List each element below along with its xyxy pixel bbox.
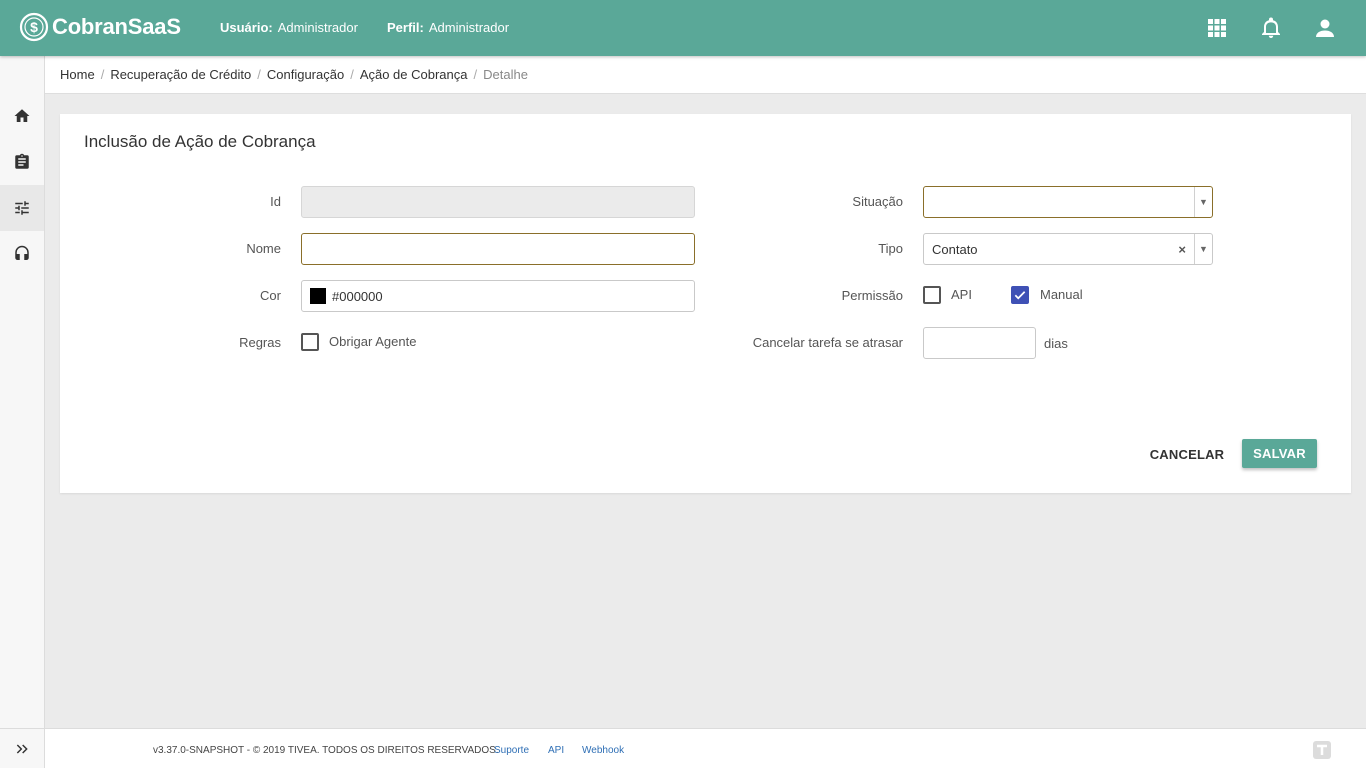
app-logo[interactable]: $ CobranSaaS	[19, 12, 181, 42]
app-name: CobranSaaS	[52, 14, 181, 39]
breadcrumb-separator: /	[100, 67, 105, 82]
tipo-select[interactable]: Contato × ▼	[923, 233, 1213, 265]
obrigar-agente-label: Obrigar Agente	[329, 334, 417, 349]
sidebar-item-home[interactable]	[0, 93, 44, 139]
footer-link-api[interactable]: API	[548, 745, 564, 756]
notifications-bell-icon[interactable]	[1259, 16, 1283, 40]
nome-field[interactable]	[301, 233, 695, 265]
api-checkbox[interactable]	[923, 286, 941, 304]
home-icon	[14, 109, 30, 122]
clipboard-icon	[15, 153, 29, 169]
manual-checkbox[interactable]	[1011, 286, 1029, 304]
obrigar-agente-checkbox[interactable]	[301, 333, 319, 351]
apps-grid-icon[interactable]	[1205, 16, 1229, 40]
regras-label: Regras	[239, 335, 281, 350]
clear-icon[interactable]: ×	[1178, 242, 1186, 257]
sidebar-item-settings[interactable]	[0, 185, 44, 231]
id-field	[301, 186, 695, 218]
sidebar	[0, 56, 45, 768]
breadcrumb-detalhe: Detalhe	[483, 67, 528, 82]
profile-label: Perfil:	[387, 20, 424, 35]
footer-link-suporte[interactable]: Suporte	[494, 745, 529, 756]
profile-value: Administrador	[428, 20, 510, 35]
headset-icon	[15, 245, 29, 260]
permissao-label: Permissão	[841, 288, 903, 303]
color-swatch[interactable]	[310, 288, 326, 304]
cancelar-tarefa-days-field[interactable]	[923, 327, 1036, 359]
breadcrumb-configuracao[interactable]: Configuração	[267, 67, 344, 82]
breadcrumb-recuperacao[interactable]: Recuperação de Crédito	[110, 67, 251, 82]
sliders-icon	[15, 201, 29, 215]
chevron-down-icon[interactable]: ▼	[1194, 187, 1212, 217]
color-field[interactable]: #000000	[301, 280, 695, 312]
chevron-down-icon[interactable]: ▼	[1194, 234, 1212, 264]
nome-label: Nome	[246, 241, 281, 256]
page-title: Inclusão de Ação de Cobrança	[84, 132, 316, 151]
logo-icon: $	[19, 12, 49, 42]
footer-link-webhook[interactable]: Webhook	[582, 745, 624, 756]
checkmark-icon	[1014, 291, 1026, 300]
color-value: #000000	[332, 288, 383, 304]
user-label: Usuário:	[220, 20, 273, 35]
breadcrumb-separator: /	[257, 67, 261, 82]
breadcrumb-acao-cobranca[interactable]: Ação de Cobrança	[360, 67, 468, 82]
situacao-label: Situação	[852, 194, 903, 209]
dias-label: dias	[1044, 336, 1068, 351]
sidebar-item-clipboard[interactable]	[0, 139, 44, 185]
breadcrumb-home[interactable]: Home	[60, 67, 95, 82]
brand-watermark-icon	[1313, 741, 1331, 759]
tipo-value: Contato	[932, 241, 978, 257]
cancel-button[interactable]: CANCELAR	[1142, 439, 1232, 469]
cor-label: Cor	[260, 288, 281, 303]
svg-text:$: $	[30, 19, 38, 35]
copyright-text: v3.37.0-SNAPSHOT - © 2019 TIVEA. TODOS O…	[153, 745, 499, 756]
breadcrumb-separator: /	[350, 67, 354, 82]
breadcrumb: Home / Recuperação de Crédito / Configur…	[45, 56, 1366, 94]
top-bar: $ CobranSaaS Usuário: Administrador Perfi…	[0, 0, 1366, 56]
save-button[interactable]: SALVAR	[1242, 439, 1317, 468]
manual-label: Manual	[1040, 287, 1083, 302]
double-chevron-right-icon	[16, 743, 28, 754]
profile-info: Perfil: Administrador	[387, 20, 509, 35]
cancelar-tarefa-label: Cancelar tarefa se atrasar	[752, 335, 903, 350]
form-card: Inclusão de Ação de Cobrança Id Nome Cor…	[60, 114, 1351, 493]
api-label: API	[951, 287, 972, 302]
sidebar-item-support[interactable]	[0, 231, 44, 277]
user-value: Administrador	[277, 20, 358, 35]
user-account-icon[interactable]	[1313, 16, 1337, 40]
id-label: Id	[270, 194, 281, 209]
breadcrumb-separator: /	[473, 67, 478, 82]
situacao-select[interactable]: ▼	[923, 186, 1213, 218]
tipo-label: Tipo	[878, 241, 903, 256]
footer: v3.37.0-SNAPSHOT - © 2019 TIVEA. TODOS O…	[45, 728, 1366, 768]
sidebar-expand-button[interactable]	[0, 728, 44, 768]
user-info: Usuário: Administrador	[220, 20, 358, 35]
